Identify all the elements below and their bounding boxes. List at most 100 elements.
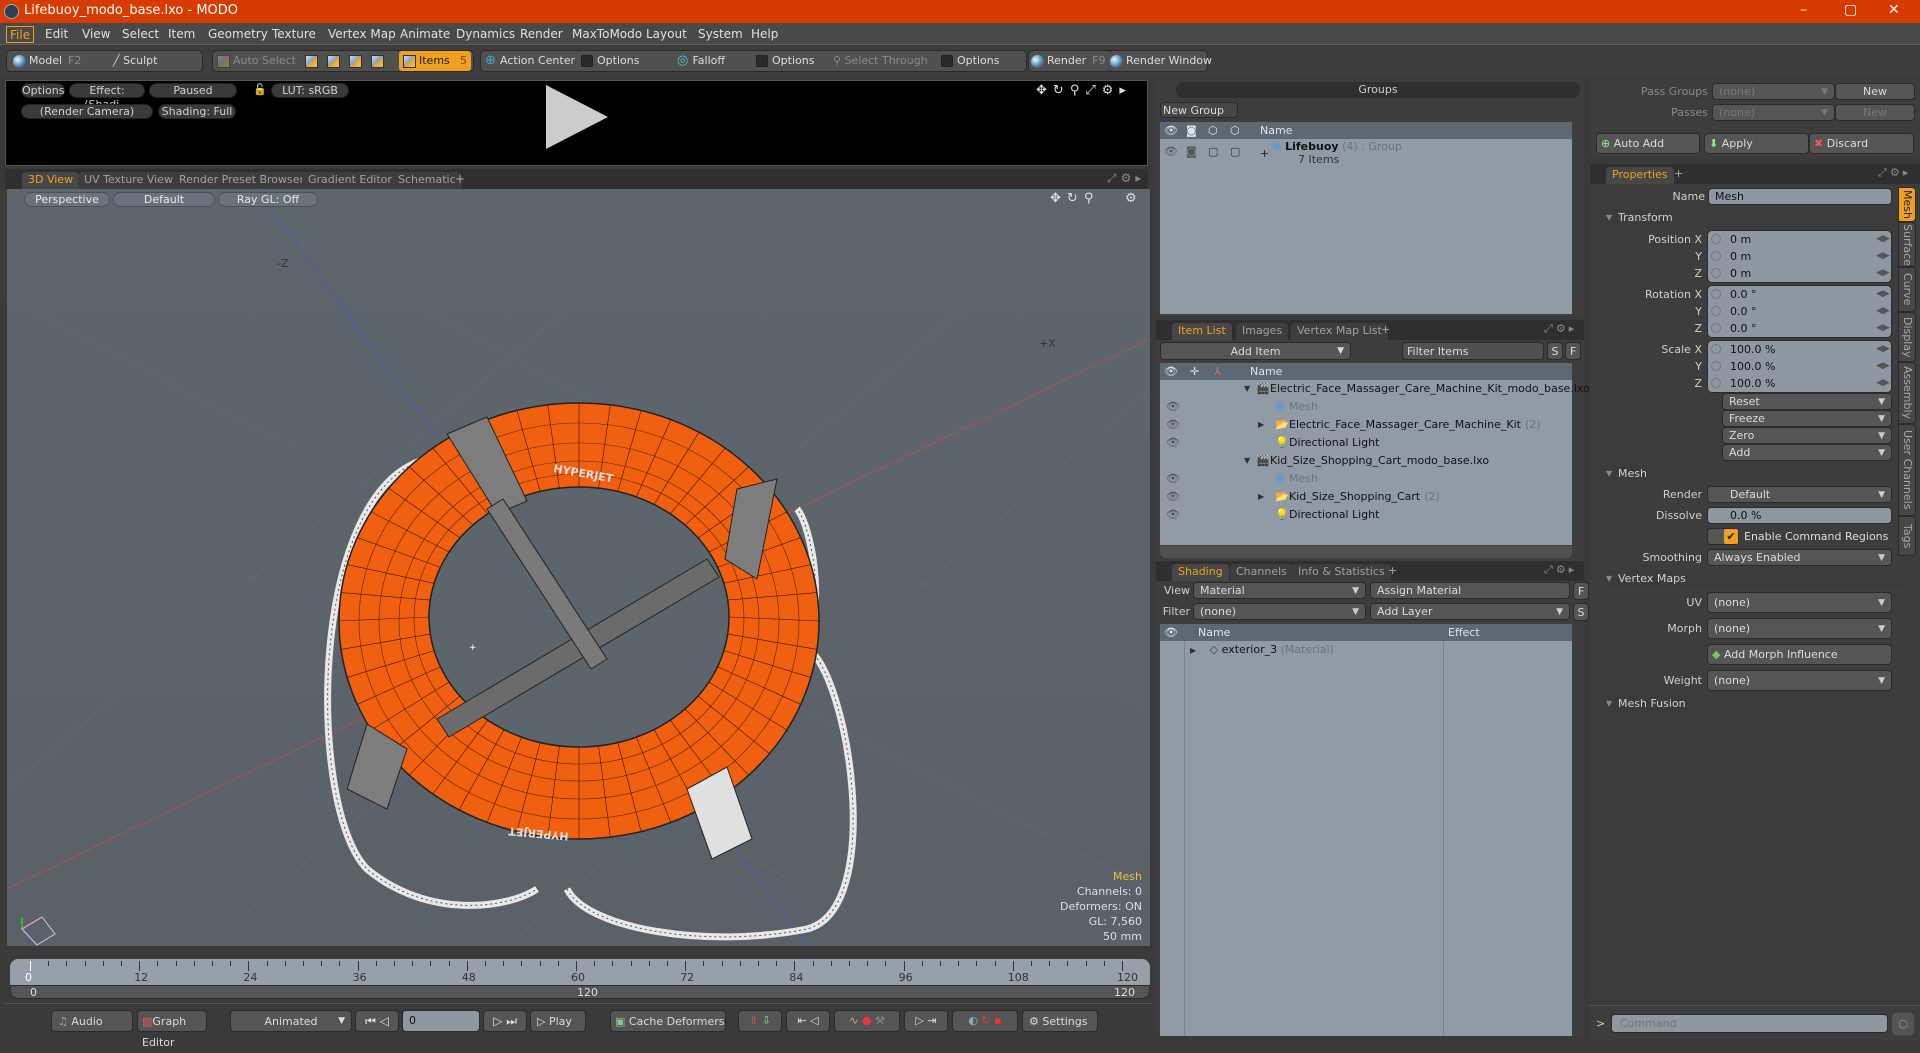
animate-channel-icon[interactable] — [1711, 344, 1721, 354]
cache-deformers-button[interactable]: ▣ Cache Deformers — [610, 1010, 726, 1032]
move-icon[interactable]: ✥ — [1036, 83, 1053, 98]
s-button[interactable]: S — [1573, 603, 1589, 621]
menu-view[interactable]: View — [79, 26, 113, 43]
edges-mode-button[interactable] — [327, 51, 343, 71]
sculpt-button[interactable]: ╱ Sculpt — [113, 51, 157, 71]
3d-viewport[interactable]: HYPERJET HYPERJET + -Z +X Perspective De… — [7, 189, 1150, 946]
lock-icon[interactable]: 🔓 — [253, 83, 267, 96]
rotation-x-input[interactable]: 0.0 ° — [1730, 286, 1757, 303]
materials-mode-button[interactable] — [371, 51, 387, 71]
new-group-button[interactable]: New Group — [1160, 102, 1238, 118]
slider-arrows-icon[interactable]: ◀▶ — [1876, 375, 1890, 392]
side-tab-mesh[interactable]: Mesh — [1898, 187, 1916, 222]
prev-key-icon[interactable]: ◁ — [810, 1014, 818, 1027]
maximize-icon[interactable]: ⤢ — [1107, 171, 1121, 185]
visibility-toggle-icon[interactable]: 👁 — [1166, 398, 1180, 416]
action-center-button[interactable]: ⊕ Action Center — [485, 51, 575, 71]
timeline-range[interactable]: 0 120 120 — [10, 985, 1150, 999]
passes-dropdown[interactable]: (none) ▼ — [1712, 104, 1835, 121]
morph-dropdown[interactable]: (none) ▼ — [1707, 618, 1892, 639]
animate-channel-icon[interactable] — [1711, 251, 1721, 261]
expand-icon[interactable]: + — [1260, 145, 1269, 163]
auto-key-icon[interactable]: ∿ — [849, 1014, 858, 1027]
select-through-button[interactable]: ⚲ Select Through — [833, 51, 928, 71]
animate-channel-icon[interactable] — [1711, 306, 1721, 316]
visibility-toggle-icon[interactable]: 👁 — [1166, 470, 1180, 488]
visibility-toggle-icon[interactable]: 👁 — [1166, 434, 1180, 452]
slider-arrows-icon[interactable]: ◀▶ — [1876, 358, 1890, 375]
arrow-right-icon[interactable]: ▸ — [1569, 563, 1578, 576]
arrow-right-icon[interactable]: ▸ — [1119, 83, 1132, 98]
render-dropdown[interactable]: Default ▼ — [1707, 486, 1892, 503]
item-row[interactable]: 👁 💡 Directional Light — [1160, 506, 1572, 524]
menu-edit[interactable]: Edit — [42, 26, 71, 43]
freeze-dropdown[interactable]: Freeze ▼ — [1722, 410, 1892, 427]
effect-dropdown[interactable]: Effect: (Shadi... — [69, 83, 145, 111]
render-window-button[interactable]: Render Window — [1110, 51, 1212, 71]
action-center-options-button[interactable]: Options — [581, 51, 639, 71]
timeline-ruler[interactable]: 0 12 24 36 48 60 72 84 96 108 120 — [10, 959, 1150, 985]
add-tab-button[interactable]: + — [1674, 167, 1683, 180]
slider-arrows-icon[interactable]: ◀▶ — [1876, 303, 1890, 320]
animated-dropdown[interactable]: Animated ▼ — [230, 1010, 352, 1032]
new-pass-button[interactable]: New — [1835, 104, 1915, 121]
scale-x-input[interactable]: 100.0 % — [1730, 341, 1775, 358]
expand-arrow-icon[interactable]: ▶ — [1190, 646, 1196, 655]
model-button[interactable]: Model F2 — [13, 51, 81, 71]
slider-arrows-icon[interactable]: ◀▶ — [1876, 320, 1890, 337]
play-button[interactable]: ▷ Play — [530, 1010, 586, 1032]
graph-editor-button[interactable]: ▧Graph Editor — [137, 1010, 207, 1049]
item-row[interactable]: ▼ 🎬 Kid_Size_Shopping_Cart_modo_base.lxo — [1160, 452, 1572, 470]
menu-item[interactable]: Item — [165, 26, 198, 43]
menu-animate[interactable]: Animate — [397, 26, 453, 43]
slider-arrows-icon[interactable]: ◀▶ — [1876, 231, 1890, 248]
settings-button[interactable]: ⚙ Settings — [1022, 1010, 1098, 1032]
gear-icon[interactable]: ⚙ — [1102, 83, 1120, 98]
side-tab-tags[interactable]: Tags — [1898, 516, 1916, 556]
maximize-button[interactable]: ▢ — [1844, 2, 1857, 18]
filter-items-input[interactable]: Filter Items — [1402, 342, 1544, 360]
dissolve-input[interactable]: 0.0 % — [1707, 507, 1892, 524]
zero-dropdown[interactable]: Zero ▼ — [1722, 427, 1892, 444]
menu-system[interactable]: System — [695, 26, 746, 43]
menu-vertex-map[interactable]: Vertex Map — [325, 26, 399, 43]
render-button[interactable]: Render F9 — [1031, 51, 1106, 71]
scale-z-input[interactable]: 100.0 % — [1730, 375, 1775, 392]
tab-images[interactable]: Images — [1236, 323, 1289, 340]
f-button[interactable]: F — [1565, 342, 1581, 360]
tab-properties[interactable]: Properties — [1606, 167, 1674, 184]
vertices-mode-button[interactable] — [305, 51, 321, 71]
position-x-input[interactable]: 0 m — [1730, 231, 1751, 248]
record-buttons[interactable]: ∿ ● ⚒ — [834, 1010, 900, 1032]
viewport-canvas[interactable]: HYPERJET HYPERJET + — [7, 189, 1150, 946]
maximize-icon[interactable]: ⤢ — [1085, 83, 1101, 98]
add-layer-dropdown[interactable]: Add Layer ▼ — [1370, 603, 1570, 620]
side-tab-display[interactable]: Display — [1898, 312, 1916, 362]
side-tab-curve[interactable]: Curve — [1898, 267, 1916, 312]
rotation-z-input[interactable]: 0.0 ° — [1730, 320, 1757, 337]
item-row[interactable]: 👁 ⬢ Mesh — [1160, 398, 1572, 416]
item-row[interactable]: 👁 ▶ 📂 Electric_Face_Massager_Care_Machine_K… — [1160, 416, 1572, 434]
new-pass-group-button[interactable]: New — [1835, 83, 1915, 100]
go-to-end-button[interactable]: ▷ ⏭ — [483, 1010, 527, 1032]
falloff-button[interactable]: ◎ Falloff — [677, 51, 725, 71]
pass-groups-dropdown[interactable]: (none) ▼ — [1712, 83, 1835, 100]
select-toggle[interactable]: ▢ — [1230, 143, 1240, 161]
gear-icon[interactable]: ⚙ — [1890, 166, 1903, 179]
menu-dynamics[interactable]: Dynamics — [453, 26, 518, 43]
visibility-toggle-icon[interactable]: 👁 — [1166, 506, 1180, 524]
record-icon[interactable]: ● — [862, 1014, 872, 1027]
item-row[interactable]: 👁 💡 Directional Light — [1160, 434, 1572, 452]
lut-dropdown[interactable]: LUT: sRGB — [271, 83, 349, 98]
side-tab-user-channels[interactable]: User Channels — [1898, 424, 1916, 516]
weight-dropdown[interactable]: (none) ▼ — [1707, 670, 1892, 691]
add-item-button[interactable]: Add Item ▼ — [1160, 342, 1351, 360]
orbit-icon[interactable]: ↻ — [1067, 191, 1084, 206]
close-button[interactable]: ✕ — [1888, 2, 1900, 18]
menu-render[interactable]: Render — [517, 26, 566, 43]
add-tab-button[interactable]: + — [1388, 564, 1397, 577]
animate-channel-icon[interactable] — [1711, 361, 1721, 371]
visibility-toggle-icon[interactable]: 👁 — [1166, 488, 1180, 506]
animate-channel-icon[interactable] — [1711, 378, 1721, 388]
add-dropdown[interactable]: Add ▼ — [1722, 444, 1892, 461]
